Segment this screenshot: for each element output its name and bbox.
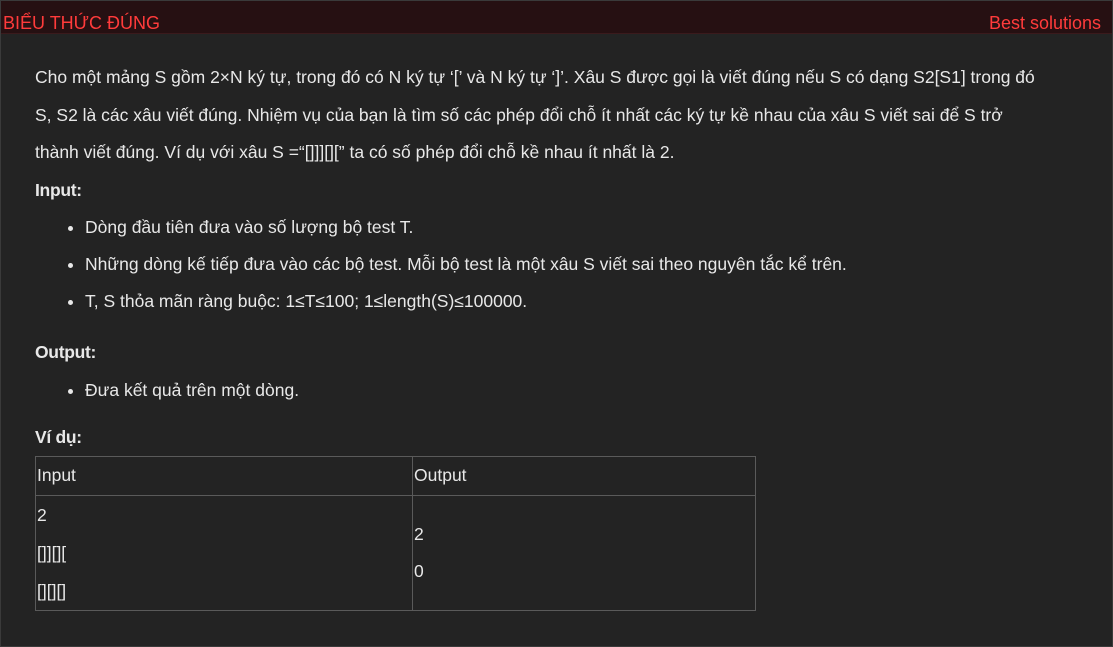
example-output-line: 2 (414, 524, 424, 544)
example-input-line: []][][ (37, 543, 67, 563)
example-table: Input Output 2 []][][ [][][] 2 0 (35, 456, 756, 611)
table-header-output: Output (412, 456, 756, 496)
output-heading: Output: (35, 342, 97, 362)
example-heading: Ví dụ: (35, 426, 82, 447)
input-item: Những dòng kế tiếp đưa vào các bộ test. … (85, 246, 1095, 283)
example-output-cell: 2 0 (412, 495, 756, 611)
example-input-cell: 2 []][][ [][][] (35, 495, 413, 611)
table-row: 2 []][][ [][][] 2 0 (35, 495, 756, 611)
best-solutions-link[interactable]: Best solutions (989, 13, 1101, 34)
output-item: Đưa kết quả trên một dòng. (85, 372, 1095, 409)
statement-line-1: Cho một mảng S gồm 2×N ký tự, trong đó c… (35, 67, 1035, 87)
problem-content: Cho một mảng S gồm 2×N ký tự, trong đó c… (35, 59, 1095, 611)
table-header-row: Input Output (35, 456, 756, 496)
output-list: Đưa kết quả trên một dòng. (35, 372, 1095, 409)
example-input-line: 2 (37, 505, 47, 525)
input-list: Dòng đầu tiên đưa vào số lượng bộ test T… (35, 209, 1095, 320)
statement-line-2: S, S2 là các xâu viết đúng. Nhiệm vụ của… (35, 104, 1003, 125)
input-item: T, S thỏa mãn ràng buộc: 1≤T≤100; 1≤leng… (85, 283, 1095, 320)
statement-line-3: thành viết đúng. Ví dụ với xâu S =“[]]][… (35, 142, 675, 162)
problem-title: BIỂU THỨC ĐÚNG (3, 13, 161, 33)
input-item: Dòng đầu tiên đưa vào số lượng bộ test T… (85, 209, 1095, 246)
problem-panel: BIỂU THỨC ĐÚNG Best solutions Cho một mả… (0, 0, 1113, 647)
input-heading: Input: (35, 179, 82, 200)
example-output-line: 0 (414, 561, 424, 581)
table-header-input: Input (35, 456, 413, 496)
problem-header: BIỂU THỨC ĐÚNG Best solutions (1, 1, 1112, 34)
example-input-line: [][][] (37, 581, 67, 601)
